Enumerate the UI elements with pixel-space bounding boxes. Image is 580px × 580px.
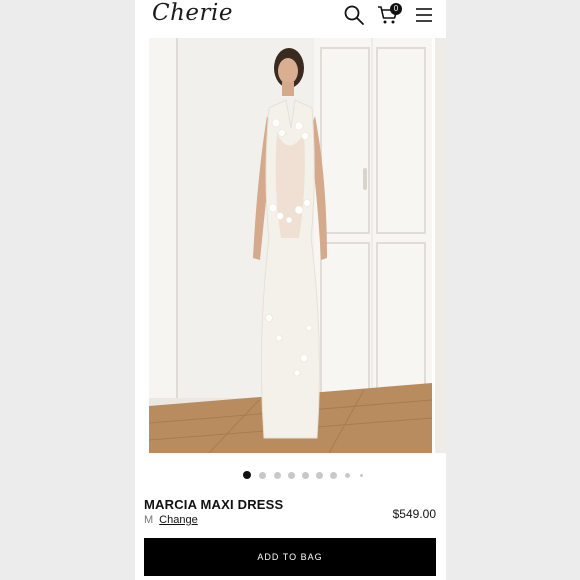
gallery-pagination bbox=[135, 471, 446, 481]
pagination-dot[interactable] bbox=[316, 472, 323, 479]
product-photo[interactable] bbox=[149, 38, 432, 453]
product-title: MARCIA MAXI DRESS bbox=[144, 497, 284, 512]
brand-logo[interactable]: Cherie bbox=[152, 0, 233, 26]
pagination-dot[interactable] bbox=[288, 472, 295, 479]
dress-model-image bbox=[149, 38, 432, 453]
pagination-dot[interactable] bbox=[274, 472, 281, 479]
product-price: $549.00 bbox=[392, 507, 436, 521]
product-gallery[interactable] bbox=[135, 38, 446, 453]
pagination-dot[interactable] bbox=[360, 474, 363, 477]
size-selection: M Change bbox=[144, 514, 198, 526]
pagination-dot[interactable] bbox=[302, 472, 309, 479]
menu-icon[interactable] bbox=[413, 4, 435, 26]
app-screen: Cherie 0 MARCIA MAXI DRESS M Change $549… bbox=[135, 0, 446, 580]
pagination-dot[interactable] bbox=[259, 472, 266, 479]
pagination-dot[interactable] bbox=[330, 472, 337, 479]
selected-size: M bbox=[144, 514, 154, 526]
change-size-link[interactable]: Change bbox=[159, 514, 198, 526]
pagination-dot[interactable] bbox=[243, 471, 251, 479]
add-to-bag-button[interactable]: ADD TO BAG bbox=[144, 538, 436, 576]
pagination-dot[interactable] bbox=[345, 473, 350, 478]
next-product-photo[interactable] bbox=[435, 38, 446, 453]
site-header: Cherie 0 bbox=[135, 0, 446, 34]
cart-count-badge: 0 bbox=[390, 3, 402, 15]
search-icon[interactable] bbox=[343, 4, 365, 26]
